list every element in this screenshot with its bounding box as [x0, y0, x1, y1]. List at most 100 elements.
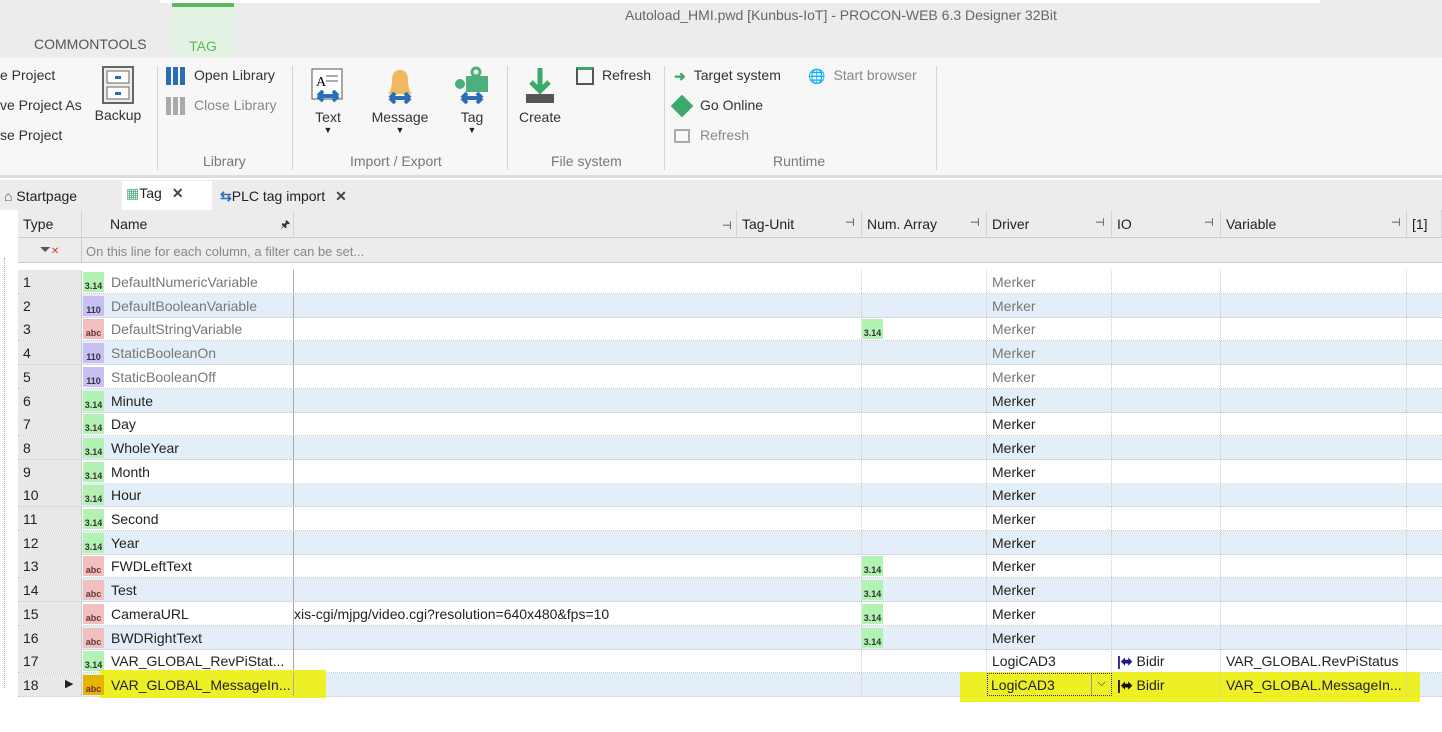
row-number[interactable]: 11: [18, 507, 82, 530]
tag-value[interactable]: [294, 341, 737, 364]
tag-name[interactable]: BWDRightText: [106, 625, 294, 649]
tag-value[interactable]: [294, 507, 737, 530]
variable[interactable]: VAR_GLOBAL.RevPiStatus: [1221, 649, 1407, 673]
row-number[interactable]: 8: [18, 435, 82, 459]
num-array[interactable]: [862, 270, 987, 293]
driver[interactable]: Merker: [987, 388, 1112, 412]
column-header-type[interactable]: Type🖈: [18, 210, 102, 238]
table-row[interactable]: 18 ▶ abc VAR_GLOBAL_MessageIn... LogiCAD3 ⌵ |⬌…: [18, 669, 1442, 702]
tag-unit[interactable]: [737, 601, 862, 625]
num-array[interactable]: [862, 364, 987, 388]
driver-dropdown[interactable]: LogiCAD3 ⌵: [987, 672, 1112, 696]
driver[interactable]: Merker: [987, 317, 1112, 341]
io[interactable]: |⬌ Bidir: [1112, 672, 1221, 696]
driver[interactable]: Merker: [987, 341, 1112, 365]
tag-name[interactable]: VAR_GLOBAL_RevPiStat...: [106, 649, 294, 673]
tag-unit[interactable]: [737, 435, 862, 459]
col-1[interactable]: [1407, 365, 1442, 388]
row-number[interactable]: 10: [18, 483, 82, 507]
column-header-io[interactable]: IO ⊣: [1112, 210, 1221, 238]
tag-name[interactable]: Day: [106, 412, 294, 436]
num-array[interactable]: [862, 412, 987, 436]
col-1[interactable]: [1407, 649, 1442, 672]
doc-tab-plc-tag-import[interactable]: ⇆PLC tag import ✕: [216, 184, 351, 210]
table-row[interactable]: 13 abc FWDLeftText 3.14 Merker: [18, 554, 1442, 579]
tag-name[interactable]: Test: [106, 578, 294, 602]
row-number[interactable]: 4: [18, 341, 82, 365]
io[interactable]: [1112, 554, 1221, 578]
tag-unit[interactable]: [737, 459, 862, 483]
variable[interactable]: VAR_GLOBAL.MessageIn...: [1221, 672, 1407, 696]
num-array[interactable]: [862, 649, 987, 673]
tag-value[interactable]: [294, 554, 737, 577]
save-project-button[interactable]: e Project: [0, 67, 55, 83]
chevron-down-icon[interactable]: ⌵: [1091, 673, 1111, 695]
go-online-button[interactable]: Go Online: [670, 94, 763, 118]
col-1[interactable]: [1407, 341, 1442, 364]
tag-value[interactable]: [294, 578, 737, 601]
col-1[interactable]: [1407, 626, 1442, 649]
io[interactable]: [1112, 459, 1221, 483]
io[interactable]: [1112, 601, 1221, 625]
column-header-value[interactable]: [294, 210, 737, 238]
clear-filter-icon[interactable]: ⏷✕: [18, 238, 82, 263]
pin-icon[interactable]: ⊣: [970, 216, 980, 229]
num-array[interactable]: [862, 341, 987, 365]
ribbon-tab-tag[interactable]: TAG: [172, 3, 234, 58]
row-number[interactable]: 9: [18, 459, 82, 483]
import-export-tag-button[interactable]: Tag ▼: [450, 66, 494, 135]
tag-name[interactable]: StaticBooleanOff: [106, 364, 294, 388]
table-row[interactable]: 11 3.14 Second Merker: [18, 507, 1442, 531]
col-1[interactable]: [1407, 412, 1442, 435]
pin-icon[interactable]: ⊣: [1204, 216, 1214, 229]
driver[interactable]: Merker: [987, 601, 1112, 625]
tag-name[interactable]: StaticBooleanOn: [106, 341, 294, 365]
row-number[interactable]: 14: [18, 578, 82, 602]
tag-value[interactable]: [294, 649, 737, 672]
pin-icon[interactable]: ⊣: [845, 216, 855, 229]
row-number[interactable]: 3: [18, 317, 82, 341]
num-array[interactable]: [862, 672, 987, 696]
pin-icon[interactable]: 🖈: [280, 216, 290, 235]
num-array[interactable]: [862, 530, 987, 554]
table-row[interactable]: 3 abc DefaultStringVariable 3.14 Merker: [18, 317, 1442, 342]
driver[interactable]: LogiCAD3: [987, 649, 1112, 673]
io[interactable]: [1112, 578, 1221, 602]
tag-name[interactable]: Hour: [106, 483, 294, 507]
row-number[interactable]: 16: [18, 625, 82, 649]
target-system-button[interactable]: ➜ Target system: [674, 67, 781, 85]
row-number[interactable]: 1: [18, 270, 82, 293]
io[interactable]: [1112, 364, 1221, 388]
table-row[interactable]: 5 110 StaticBooleanOff Merker: [18, 364, 1442, 389]
num-array[interactable]: [862, 507, 987, 530]
col-1[interactable]: [1407, 602, 1442, 625]
tag-value[interactable]: [294, 531, 737, 554]
tag-unit[interactable]: [737, 578, 862, 602]
open-library-button[interactable]: Open Library: [166, 67, 275, 86]
variable[interactable]: [1221, 435, 1407, 459]
driver[interactable]: Merker: [987, 483, 1112, 507]
table-row[interactable]: 14 abc Test 3.14 Merker: [18, 578, 1442, 603]
table-row[interactable]: 8 3.14 WholeYear Merker: [18, 435, 1442, 460]
variable[interactable]: [1221, 364, 1407, 388]
pin-icon[interactable]: ⊣: [1391, 216, 1401, 229]
col-1[interactable]: [1407, 673, 1442, 696]
variable[interactable]: [1221, 507, 1407, 530]
tag-unit[interactable]: [737, 317, 862, 341]
tag-unit[interactable]: [737, 554, 862, 578]
tag-name[interactable]: Year: [106, 530, 294, 554]
refresh-filesystem-button[interactable]: Refresh: [576, 67, 651, 86]
num-array[interactable]: [862, 388, 987, 412]
io[interactable]: [1112, 388, 1221, 412]
variable[interactable]: [1221, 601, 1407, 625]
table-row[interactable]: 1 3.14 DefaultNumericVariable Merker: [18, 270, 1442, 294]
column-header-variable[interactable]: Variable ⊣: [1221, 210, 1407, 238]
variable[interactable]: [1221, 578, 1407, 602]
table-row[interactable]: 10 3.14 Hour Merker: [18, 483, 1442, 508]
variable[interactable]: [1221, 554, 1407, 578]
io[interactable]: [1112, 507, 1221, 530]
tag-unit[interactable]: [737, 672, 862, 696]
close-project-button[interactable]: se Project: [0, 127, 62, 143]
column-header-name[interactable]: Name 🖈: [82, 210, 294, 238]
row-number[interactable]: 2: [18, 293, 82, 317]
